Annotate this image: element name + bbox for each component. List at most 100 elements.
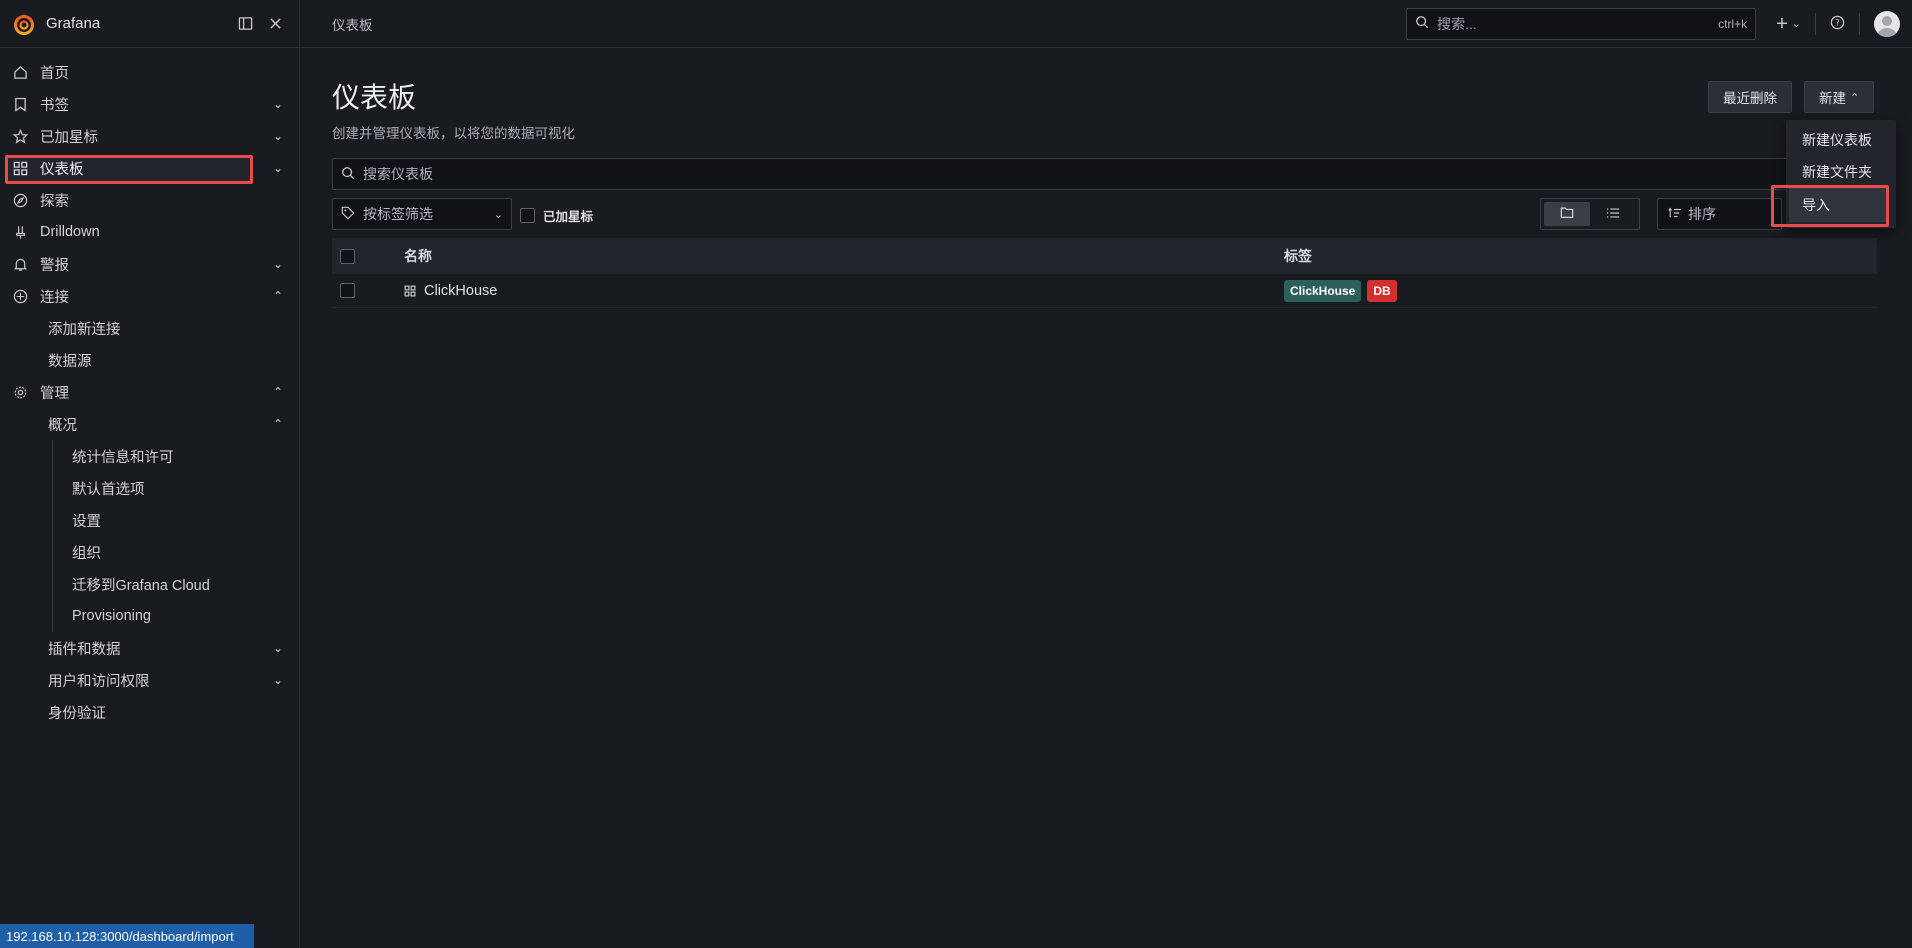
search-shortcut: ctrl+k: [1718, 16, 1748, 31]
nav-item-data-sources[interactable]: 数据源: [0, 344, 299, 376]
nav-item-authentication[interactable]: 身份验证: [0, 696, 299, 728]
list-view-button[interactable]: [1590, 202, 1636, 226]
dashboards-icon: [12, 160, 28, 176]
folder-view-button[interactable]: [1544, 202, 1590, 226]
view-toggle: [1540, 198, 1640, 230]
tag-filter-placeholder: 按标签筛选: [363, 206, 433, 222]
chevron-down-icon[interactable]: ⌄: [271, 129, 285, 143]
sidebar-header: Grafana: [0, 0, 299, 48]
chevron-up-icon[interactable]: ⌃: [271, 417, 285, 431]
tag-badge[interactable]: DB: [1367, 279, 1397, 302]
nav-item-alerting[interactable]: 警报 ⌄: [0, 248, 299, 280]
drilldown-icon: [12, 224, 28, 240]
table-header: 名称 标签: [332, 238, 1877, 274]
dashboard-search-input[interactable]: 搜索仪表板: [332, 158, 1877, 190]
nav-item-label: 首页: [40, 65, 69, 82]
nav-item-label: Drilldown: [40, 224, 100, 240]
chevron-down-icon[interactable]: ⌄: [271, 161, 285, 175]
grafana-logo-icon[interactable]: [12, 12, 36, 36]
dashboard-name-link[interactable]: ClickHouse: [424, 283, 497, 299]
nav-item-provisioning[interactable]: Provisioning: [0, 600, 299, 632]
nav-item-label: 连接: [40, 289, 69, 306]
select-all-checkbox[interactable]: [340, 248, 355, 264]
column-header-name[interactable]: 名称: [404, 246, 1284, 266]
nav-item-label: 概况: [48, 417, 77, 434]
nav-item-drilldown[interactable]: Drilldown: [0, 216, 299, 248]
menu-item-import[interactable]: 导入: [1786, 188, 1886, 222]
chevron-up-icon: ⌃: [1850, 91, 1860, 104]
new-button[interactable]: 新建 ⌃: [1804, 81, 1875, 113]
nav-item-dashboards[interactable]: 仪表板 ⌄: [0, 152, 299, 184]
nav-item-label: Provisioning: [72, 608, 151, 624]
nav-item-home[interactable]: 首页: [0, 56, 299, 88]
nav-item-administration[interactable]: 管理 ⌃: [0, 376, 299, 408]
nav-item-label: 已加星标: [40, 129, 98, 146]
global-search-input[interactable]: 搜索... ctrl+k: [1406, 7, 1757, 40]
nav-item-settings[interactable]: 设置: [0, 504, 299, 536]
starred-label: 已加星标: [543, 210, 594, 224]
starred-checkbox[interactable]: [520, 208, 535, 223]
dock-menu-icon[interactable]: [233, 12, 257, 36]
sidebar: Grafana 首页 书签 ⌄ 已加星标 ⌄ 仪表板 ⌄ 探索 Drilldow…: [0, 0, 300, 948]
column-header-tags: 标签: [1284, 248, 1312, 264]
nav-item-label: 书签: [40, 97, 69, 114]
home-icon: [12, 64, 28, 80]
nav-item-bookmarks[interactable]: 书签 ⌄: [0, 88, 299, 120]
add-new-button[interactable]: + ⌄: [1770, 8, 1807, 40]
topbar: 仪表板 搜索... ctrl+k + ⌄ ?: [300, 0, 1912, 48]
nav-item-label: 用户和访问权限: [48, 673, 150, 690]
nav-item-general[interactable]: 概况 ⌃: [0, 408, 299, 440]
search-icon: [341, 166, 355, 183]
nav-item-orgs[interactable]: 组织: [0, 536, 299, 568]
dashboard-icon: [404, 285, 416, 297]
nav-item-label: 迁移到Grafana Cloud: [72, 577, 210, 594]
starred-filter[interactable]: 已加星标: [520, 206, 593, 225]
sort-placeholder: 排序: [1688, 206, 1716, 222]
nav-item-explore[interactable]: 探索: [0, 184, 299, 216]
chevron-down-icon: ⌄: [493, 208, 503, 221]
dashboard-search-placeholder: 搜索仪表板: [363, 166, 433, 182]
nav-item-migrate-cloud[interactable]: 迁移到Grafana Cloud: [0, 568, 299, 600]
menu-item-new-folder[interactable]: 新建文件夹: [1786, 156, 1896, 188]
nav-item-starred[interactable]: 已加星标 ⌄: [0, 120, 299, 152]
help-button[interactable]: ?: [1824, 8, 1851, 40]
sort-select[interactable]: 排序: [1657, 198, 1782, 230]
nav-item-label: 数据源: [48, 353, 92, 370]
chevron-down-icon[interactable]: ⌄: [271, 97, 285, 111]
chevron-down-icon[interactable]: ⌄: [271, 641, 285, 655]
nav-item-label: 设置: [72, 513, 101, 530]
tag-badge[interactable]: ClickHouse: [1284, 279, 1362, 302]
row-checkbox[interactable]: [340, 283, 355, 298]
recently-deleted-button[interactable]: 最近删除: [1708, 81, 1792, 113]
tag-icon: [341, 206, 355, 223]
nav-item-plugins-data[interactable]: 插件和数据 ⌄: [0, 632, 299, 664]
chevron-down-icon[interactable]: ⌄: [271, 673, 285, 687]
nav-item-label: 管理: [40, 385, 69, 402]
avatar[interactable]: [1874, 10, 1900, 37]
connections-icon: [12, 288, 28, 304]
search-placeholder: 搜索...: [1437, 15, 1477, 32]
chevron-down-icon[interactable]: ⌄: [271, 257, 285, 271]
plus-icon: +: [1776, 12, 1788, 35]
menu-item-new-dashboard[interactable]: 新建仪表板: [1786, 124, 1896, 156]
nav-item-default-preferences[interactable]: 默认首选项: [0, 472, 299, 504]
nav-item-label: 添加新连接: [48, 321, 121, 338]
nav-item-connections[interactable]: 连接 ⌃: [0, 280, 299, 312]
close-icon[interactable]: [263, 12, 287, 36]
bookmark-icon: [12, 96, 28, 112]
nav-item-users-access[interactable]: 用户和访问权限 ⌄: [0, 664, 299, 696]
nav-item-label: 插件和数据: [48, 641, 121, 658]
nav-item-stats-license[interactable]: 统计信息和许可: [0, 440, 299, 472]
chevron-up-icon[interactable]: ⌃: [271, 385, 285, 399]
gear-icon: [12, 384, 28, 400]
nav-item-label: 默认首选项: [72, 481, 145, 498]
nav-item-add-connection[interactable]: 添加新连接: [0, 312, 299, 344]
breadcrumb[interactable]: 仪表板: [332, 14, 1406, 34]
page-subtitle: 创建并管理仪表板，以将您的数据可视化: [332, 126, 575, 141]
chevron-up-icon[interactable]: ⌃: [271, 289, 285, 303]
tag-filter-select[interactable]: 按标签筛选 ⌄: [332, 198, 512, 230]
status-url: 192.168.10.128:3000/dashboard/import: [0, 924, 254, 948]
nav-menu: 首页 书签 ⌄ 已加星标 ⌄ 仪表板 ⌄ 探索 Drilldown 警报 ⌄ 连…: [0, 48, 299, 728]
table-row[interactable]: ClickHouse ClickHouse DB: [332, 274, 1877, 308]
list-icon: [1606, 206, 1620, 222]
